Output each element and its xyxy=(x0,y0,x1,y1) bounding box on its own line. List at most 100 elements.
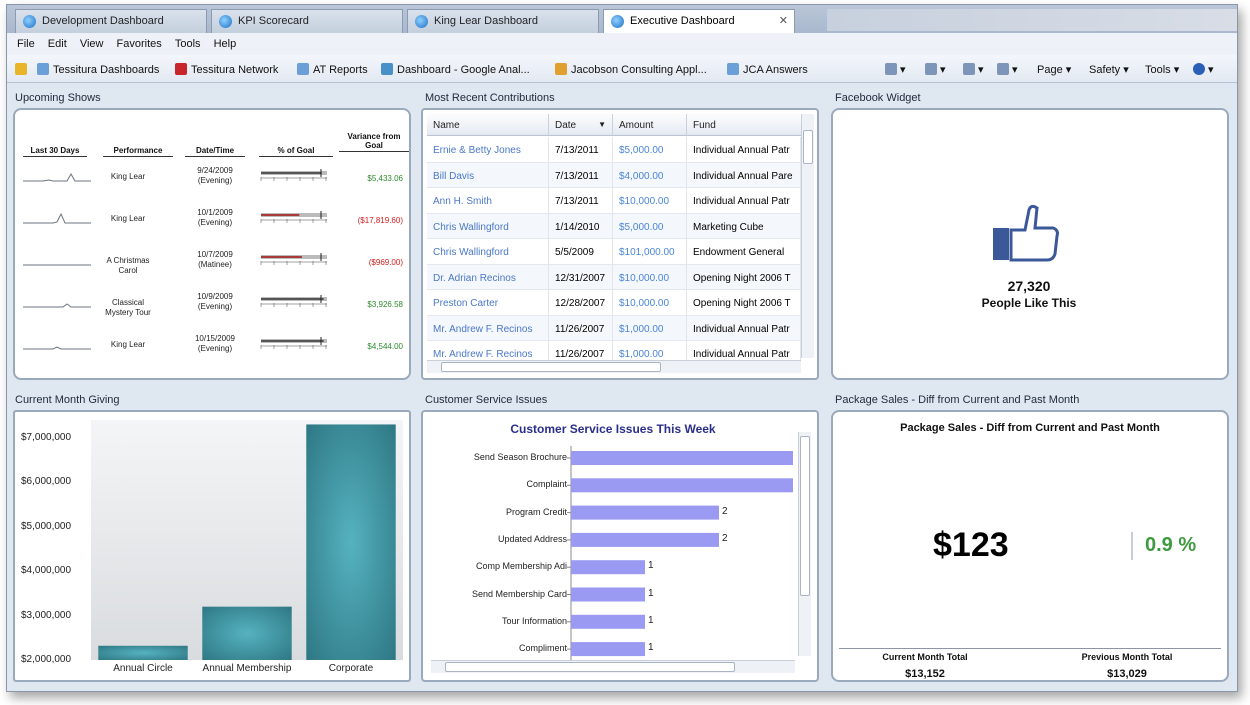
mail-icon[interactable]: ▾ xyxy=(963,63,984,76)
show-variance: $3,926.58 xyxy=(367,300,403,309)
package-sales-inner-title: Package Sales - Diff from Current and Pa… xyxy=(900,422,1160,434)
scrollbar-thumb[interactable] xyxy=(445,662,735,672)
show-date: 10/9/2009 (Evening) xyxy=(185,292,245,312)
favorites-star-icon[interactable] xyxy=(15,63,31,76)
tools-menu[interactable]: Tools ▾ xyxy=(1145,63,1179,76)
sparkline xyxy=(23,303,91,308)
contribution-row[interactable]: Ann H. Smith 7/13/2011 $10,000.00 Individua… xyxy=(427,188,801,214)
safety-menu[interactable]: Safety ▾ xyxy=(1089,63,1129,76)
service-issues-panel: Customer Service Issues This Week Send S… xyxy=(421,410,819,682)
show-time-value: (Evening) xyxy=(197,176,233,185)
sort-arrow-icon: ▼ xyxy=(598,120,606,129)
help-icon[interactable]: ▾ xyxy=(1193,63,1214,76)
grid-horizontal-scrollbar[interactable] xyxy=(427,360,801,373)
browser-window: Development Dashboard KPI Scorecard King… xyxy=(6,4,1238,692)
grid-vertical-scrollbar[interactable] xyxy=(801,114,814,358)
contribution-row[interactable]: Dr. Adrian Recinos 12/31/2007 $10,000.00 Op… xyxy=(427,264,801,290)
ie-icon xyxy=(219,15,232,28)
show-variance: $5,433.06 xyxy=(367,174,403,183)
show-date: 10/1/2009 (Evening) xyxy=(185,208,245,228)
menu-edit[interactable]: Edit xyxy=(48,38,67,50)
facebook-like-card: 27,320 People Like This xyxy=(859,174,1199,314)
contribution-amount: $1,000.00 xyxy=(613,315,687,341)
contribution-fund: Individual Annual Patr xyxy=(687,315,801,341)
menu-view[interactable]: View xyxy=(80,38,104,50)
grid-col-amount[interactable]: Amount xyxy=(613,114,687,136)
page-icon xyxy=(297,63,309,75)
tab-king-lear-dashboard[interactable]: King Lear Dashboard xyxy=(407,9,599,33)
contribution-row[interactable]: Bill Davis 7/13/2011 $4,000.00 Individual A… xyxy=(427,162,801,188)
col-header-date-time: Date/Time xyxy=(185,146,245,157)
contribution-name[interactable]: Ernie & Betty Jones xyxy=(427,137,549,162)
menu-help[interactable]: Help xyxy=(214,38,237,50)
service-bar xyxy=(571,532,719,547)
favorite-at-reports[interactable]: AT Reports xyxy=(297,63,368,76)
scrollbar-thumb[interactable] xyxy=(441,362,661,372)
show-time-value: (Evening) xyxy=(197,302,233,311)
analytics-icon xyxy=(381,63,393,75)
favorite-tessitura-network[interactable]: Tessitura Network xyxy=(175,63,278,76)
favorite-jca-answers[interactable]: JCA Answers xyxy=(727,63,808,76)
tab-development-dashboard[interactable]: Development Dashboard xyxy=(15,9,207,33)
menu-tools[interactable]: Tools xyxy=(175,38,201,50)
like-count: 27,320 xyxy=(1007,278,1051,294)
scrollbar-thumb[interactable] xyxy=(800,436,810,596)
contribution-date: 5/5/2009 xyxy=(549,239,613,264)
grid-col-fund[interactable]: Fund xyxy=(687,114,801,136)
y-tick-label: $4,000,000 xyxy=(21,565,72,577)
goal-bullet-graph xyxy=(260,295,327,307)
tab-executive-dashboard[interactable]: Executive Dashboard ✕ xyxy=(603,9,795,33)
print-icon[interactable]: ▾ xyxy=(997,63,1018,76)
contribution-date: 7/13/2011 xyxy=(549,162,613,188)
col-header-pct-goal: % of Goal xyxy=(259,146,333,157)
contribution-fund: Individual Annual Patr xyxy=(687,137,801,162)
chart-vertical-scrollbar[interactable] xyxy=(798,432,811,656)
menu-favorites[interactable]: Favorites xyxy=(117,38,162,50)
show-time-value: (Matinee) xyxy=(198,260,232,269)
contribution-date: 12/31/2007 xyxy=(549,264,613,290)
contribution-name[interactable]: Ann H. Smith xyxy=(427,188,549,213)
contribution-row[interactable]: Chris Wallingford 1/14/2010 $5,000.00 Marke… xyxy=(427,213,801,239)
previous-month-label: Previous Month Total xyxy=(1081,652,1173,662)
sparkline xyxy=(23,212,91,224)
upcoming-shows-title: Upcoming Shows xyxy=(15,92,101,104)
current-month-label: Current Month Total xyxy=(882,652,968,662)
contribution-name[interactable]: Mr. Andrew F. Recinos xyxy=(427,315,549,341)
contribution-name[interactable]: Chris Wallingford xyxy=(427,213,549,239)
contribution-name[interactable]: Bill Davis xyxy=(427,162,549,188)
show-performance: King Lear xyxy=(110,340,146,349)
scrollbar-thumb[interactable] xyxy=(803,130,813,164)
favorite-tessitura-dashboards[interactable]: Tessitura Dashboards xyxy=(37,63,159,76)
title-bar-area xyxy=(827,9,1237,31)
contribution-name[interactable]: Preston Carter xyxy=(427,290,549,315)
service-bar-value: 1 xyxy=(648,614,654,626)
home-icon[interactable]: ▾ xyxy=(885,63,906,76)
grid-col-name[interactable]: Name xyxy=(427,114,549,136)
contribution-amount: $10,000.00 xyxy=(613,264,687,290)
page-menu[interactable]: Page ▾ xyxy=(1037,63,1071,76)
favorites-bar: Tessitura Dashboards Tessitura Network A… xyxy=(7,55,1237,83)
col-header-performance: Performance xyxy=(103,146,173,157)
contribution-amount: $4,000.00 xyxy=(613,162,687,188)
giving-panel: $7,000,000 $6,000,000 $5,000,000 $4,000,000… xyxy=(13,410,411,682)
chart-horizontal-scrollbar[interactable] xyxy=(431,660,795,673)
contribution-row[interactable]: Ernie & Betty Jones 7/13/2011 $5,000.00 Ind… xyxy=(427,137,801,163)
close-tab-icon[interactable]: ✕ xyxy=(779,14,788,27)
contribution-name[interactable]: Dr. Adrian Recinos xyxy=(427,264,549,290)
page-icon xyxy=(37,63,49,75)
service-category-label: Updated Address xyxy=(497,533,567,544)
contribution-name[interactable]: Chris Wallingford xyxy=(427,239,549,264)
contribution-row[interactable]: Preston Carter 12/28/2007 $10,000.00 Openin… xyxy=(427,290,801,316)
contribution-row[interactable]: Mr. Andrew F. Recinos 11/26/2007 $1,000.00… xyxy=(427,315,801,341)
page-icon xyxy=(727,63,739,75)
tab-kpi-scorecard[interactable]: KPI Scorecard xyxy=(211,9,403,33)
goal-bullet-graph xyxy=(260,253,327,265)
goal-bullet-graph xyxy=(260,169,327,181)
feeds-icon[interactable]: ▾ xyxy=(925,63,946,76)
contribution-fund: Marketing Cube xyxy=(687,213,801,239)
favorite-jacobson-consulting[interactable]: Jacobson Consulting Appl... xyxy=(555,63,707,76)
favorite-google-analytics[interactable]: Dashboard - Google Anal... xyxy=(381,63,530,76)
contribution-row[interactable]: Chris Wallingford 5/5/2009 $101,000.00 Endo… xyxy=(427,239,801,265)
menu-file[interactable]: File xyxy=(17,38,35,50)
grid-col-date[interactable]: Date ▼ xyxy=(549,114,613,136)
